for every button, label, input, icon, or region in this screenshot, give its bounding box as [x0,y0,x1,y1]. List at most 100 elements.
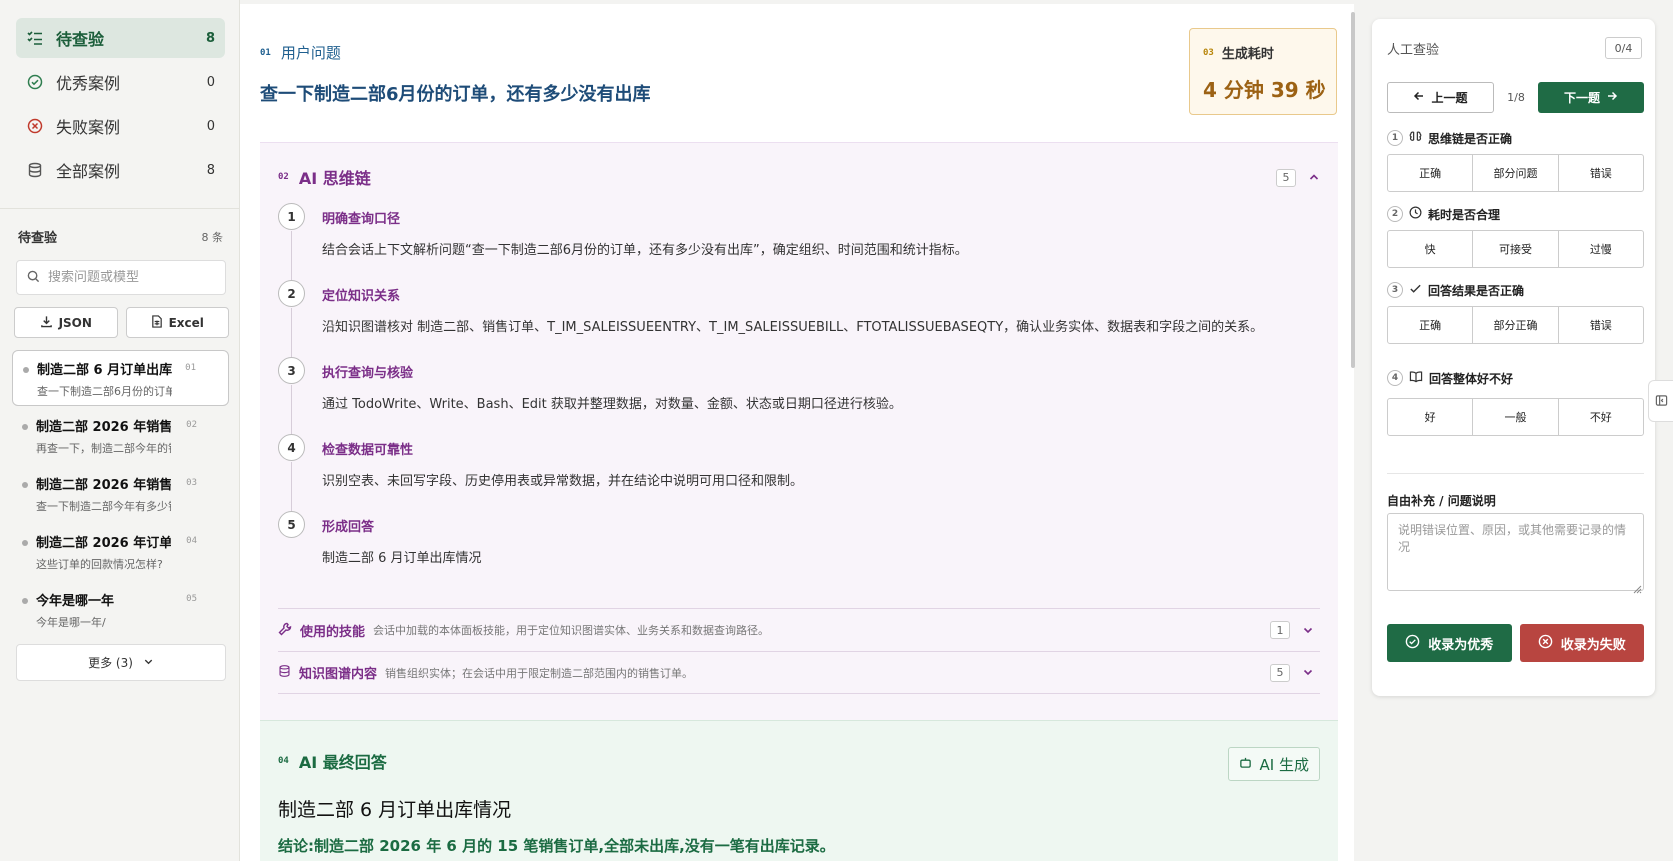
prev-question-button[interactable]: 上一题 [1387,82,1494,113]
skills-description: 会话中加载的本体面板技能，用于定位知识图谱实体、业务关系和数据查询路径。 [373,624,770,637]
thinking-step: 5 形成回答 制造二部 6 月订单出库情况 [278,511,1318,588]
case-title: 今年是哪一年 [36,594,115,609]
status-dot [22,598,28,604]
skills-row[interactable]: 使用的技能 会话中加载的本体面板技能，用于定位知识图谱实体、业务关系和数据查询路… [278,608,1320,651]
step-connector [291,308,292,358]
status-dot [22,482,28,488]
timing-label: 生成耗时 [1221,47,1274,62]
answer-heading: 制造二部 6 月订单出库情况 [278,799,512,821]
question-label: 耗时是否合理 [1428,207,1501,222]
nav-item-failed[interactable]: 失败案例 0 [16,106,225,146]
question-label: 思维链是否正确 [1428,131,1513,146]
thinking-controls: 5 [1276,168,1320,187]
step-description: 制造二部 6 月订单出库情况 [322,551,482,566]
knowledge-graph-row[interactable]: 知识图谱内容 销售组织实体；在会话中用于限定制造二部范围内的销售订单。 5 [278,651,1320,694]
sidebar: 待查验 8 优秀案例 0 失败案例 0 全部案例 8 待查验 8 条 搜索问题或… [0,0,240,861]
step-title: 检查数据可靠性 [322,443,414,458]
case-title: 制造二部 2026 年订单回款 [36,536,171,551]
chevron-down-icon[interactable] [1302,663,1314,682]
thinking-steps: 1 明确查询口径 结合会话上下文解析问题“查一下制造二部6月份的订单，还有多少没… [278,203,1318,588]
answer-conclusion: 结论:制造二部 2026 年 6 月的 15 笔销售订单,全部未出库,没有一笔有… [278,837,835,855]
resize-handle-icon[interactable] [1632,579,1642,594]
option-button[interactable]: 正确 [1388,307,1474,343]
nav-item-excellent[interactable]: 优秀案例 0 [16,62,225,102]
list-item[interactable]: 制造二部 2026 年销售情况 查一下制造二部今年有多少销售订单 03 [12,466,229,522]
review-progress-badge: 0/4 [1605,37,1642,59]
export-json-label: JSON [58,315,92,330]
brain-icon [1409,130,1428,146]
option-button[interactable]: 部分正确 [1473,307,1559,343]
nav-item-all[interactable]: 全部案例 8 [16,150,225,190]
nav-item-pending[interactable]: 待查验 8 [16,18,225,58]
review-question-label: 4 回答整体好不好 [1387,368,1644,388]
option-button[interactable]: 一般 [1473,399,1559,435]
show-more-button[interactable]: 更多 (3) [16,644,226,681]
option-group: 快 可接受 过慢 [1387,230,1644,268]
question-text: 查一下制造二部6月份的订单，还有多少没有出库 [260,84,651,105]
review-title: 人工查验 [1387,43,1440,58]
option-button[interactable]: 错误 [1559,155,1643,191]
option-button[interactable]: 错误 [1559,307,1643,343]
option-button[interactable]: 不好 [1559,399,1643,435]
divider [1387,473,1644,474]
panel-collapse-button[interactable] [1648,380,1673,422]
review-question: 3 回答结果是否正确 正确 部分正确 错误 [1387,280,1644,344]
question-label: 回答整体好不好 [1429,371,1514,386]
option-button[interactable]: 正确 [1388,155,1474,191]
option-button[interactable]: 过慢 [1559,231,1643,267]
step-connector [291,462,292,512]
mark-excellent-label: 收录为优秀 [1428,637,1494,653]
answer-title: AI 最终回答 [298,753,387,772]
nav-count: 8 [205,30,215,46]
step-description: 沿知识图谱核对 制造二部、销售订单、T_IM_SALEISSUEENTRY、T_… [322,320,1264,335]
nav-label: 待查验 [56,30,105,49]
list-item[interactable]: 制造二部 2026 年销售订单 再查一下，制造二部今年的销售订单 02 [12,408,229,464]
thinking-step: 3 执行查询与核验 通过 TodoWrite、Write、Bash、Edit 获… [278,357,1318,435]
section-number: 03 [1203,47,1214,58]
section-number: 02 [278,172,289,182]
option-button[interactable]: 好 [1388,399,1474,435]
thinking-section: 02 AI 思维链 5 1 明确查询口径 结合会话上下文解析问题“查一下制造二部… [260,142,1338,720]
chevron-down-icon [133,656,154,670]
nav-count: 0 [206,118,215,134]
chevron-down-icon[interactable] [1302,621,1314,640]
nav-label: 失败案例 [56,118,121,137]
case-title: 制造二部 2026 年销售情况 [36,478,171,493]
list-item[interactable]: 今年是哪一年 今年是哪一年/ 05 [12,582,229,638]
mark-excellent-button[interactable]: 收录为优秀 [1387,624,1512,662]
next-label: 下一题 [1563,91,1600,105]
step-title: 明确查询口径 [322,212,401,227]
count-badge: 5 [1270,663,1290,682]
option-button[interactable]: 快 [1388,231,1474,267]
list-item[interactable]: 制造二部 2026 年订单回款 这些订单的回款情况怎样? 04 [12,524,229,580]
step-description: 识别空表、未回写字段、历史停用表或异常数据，并在结论中说明可用口径和限制。 [322,474,804,489]
case-subtitle: 这些订单的回款情况怎样? [36,558,163,571]
search-input[interactable] [48,270,208,285]
case-title: 制造二部 2026 年销售订单 [36,420,171,435]
option-button[interactable]: 可接受 [1473,231,1559,267]
step-description: 通过 TodoWrite、Write、Bash、Edit 获取并整理数据，对数量… [322,397,902,412]
robot-icon [1239,755,1260,773]
list-item[interactable]: 制造二部 6 月订单出库情况 查一下制造二部6月份的订单，还有多少没有出库 01 [12,350,229,406]
panel-toggle-icon [1655,392,1668,411]
review-question-label: 2 耗时是否合理 [1387,204,1644,224]
case-subtitle: 查一下制造二部今年有多少销售订单 [36,500,171,513]
case-number: 02 [186,420,197,430]
thinking-step: 2 定位知识关系 沿知识图谱核对 制造二部、销售订单、T_IM_SALEISSU… [278,280,1318,358]
timing-header: 03 生成耗时 [1203,43,1323,62]
question-header: 01 用户问题 [260,42,341,63]
knowledge-graph-description: 销售组织实体；在会话中用于限定制造二部范围内的销售订单。 [385,666,694,680]
next-question-button[interactable]: 下一题 [1538,82,1644,113]
scrollbar[interactable] [1351,12,1355,368]
export-json-button[interactable]: JSON [14,307,118,338]
nav-count: 0 [206,74,215,90]
chevron-up-icon[interactable] [1308,168,1320,187]
free-text-input[interactable] [1387,513,1644,591]
timing-value: 4 分钟 39 秒 [1203,78,1326,102]
nav-label: 优秀案例 [56,74,121,93]
export-excel-button[interactable]: Excel [125,307,229,338]
option-button[interactable]: 部分问题 [1473,155,1559,191]
step-connector [291,385,292,435]
mark-failed-button[interactable]: 收录为失败 [1519,624,1644,662]
review-question: 2 耗时是否合理 快 可接受 过慢 [1387,204,1644,268]
